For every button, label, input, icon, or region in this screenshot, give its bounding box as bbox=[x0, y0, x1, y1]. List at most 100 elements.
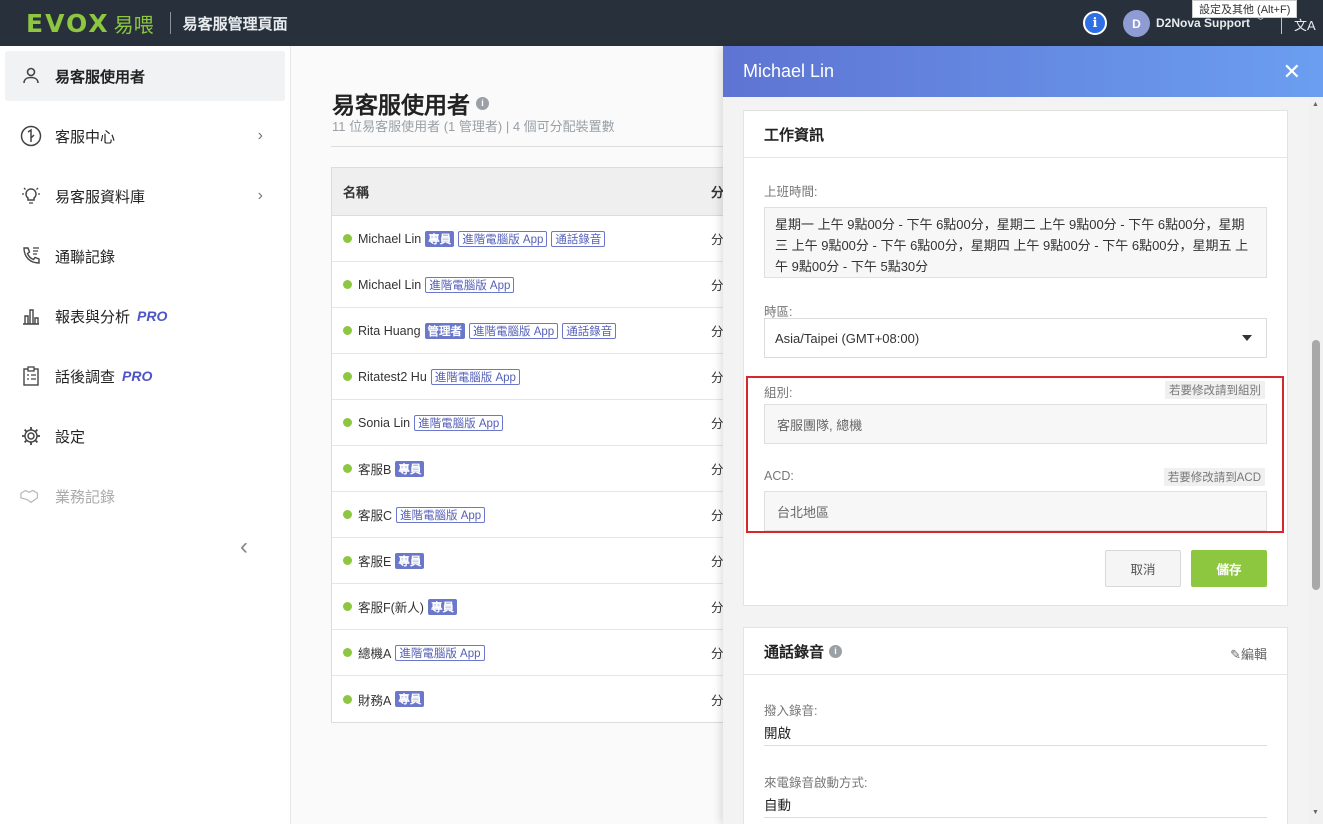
scroll-up-icon[interactable]: ▲ bbox=[1312, 101, 1319, 108]
close-icon[interactable]: ✕ bbox=[1283, 59, 1301, 85]
handshake-icon bbox=[20, 485, 42, 507]
sidebar-item-settings[interactable]: 設定 bbox=[5, 411, 285, 461]
clipboard-icon bbox=[20, 365, 42, 387]
bar-chart-icon bbox=[20, 305, 42, 327]
table-row[interactable]: 客服E 專員 分 bbox=[332, 538, 730, 584]
user-name: 財務A bbox=[358, 693, 392, 708]
group-edit-link[interactable]: 若要修改請到組別 bbox=[1165, 381, 1265, 399]
recording-title: 通話錄音 bbox=[764, 643, 825, 661]
table-row[interactable]: 客服C 進階電腦版 App 分 bbox=[332, 492, 730, 538]
user-name: 客服F(新人) bbox=[358, 601, 424, 615]
trigger-label: 來電錄音啟動方式: bbox=[764, 776, 868, 790]
acd-label: ACD: bbox=[764, 469, 794, 483]
table-row[interactable]: Sonia Lin 進階電腦版 App 分 bbox=[332, 400, 730, 446]
user-tag: 專員 bbox=[395, 552, 425, 569]
table-header: 名稱 分 bbox=[332, 168, 730, 216]
column-2-cell: 分 bbox=[711, 647, 724, 661]
status-dot bbox=[343, 556, 352, 565]
drawer-title: Michael Lin bbox=[743, 61, 835, 81]
column-2-cell: 分 bbox=[711, 417, 724, 431]
sidebar-item-label: 業務記錄 bbox=[55, 488, 116, 506]
user-name: 總機A bbox=[358, 647, 392, 661]
scroll-down-icon[interactable]: ▼ bbox=[1312, 809, 1319, 816]
scrollbar[interactable]: ▲ ▼ bbox=[1309, 97, 1323, 824]
divider bbox=[764, 745, 1267, 746]
status-dot bbox=[343, 372, 352, 381]
sidebar-item-label: 話後調查 bbox=[55, 368, 116, 386]
card-title: 工作資訊 bbox=[744, 111, 1287, 158]
recording-card: 通話錄音 i ✎編輯 撥入錄音: 開啟 來電錄音啟動方式: 自動 bbox=[743, 627, 1288, 824]
sidebar-item-reports[interactable]: 報表與分析 PRO bbox=[5, 291, 285, 341]
user-tag: 專員 bbox=[395, 460, 425, 477]
sidebar-item-service-center[interactable]: 客服中心 › bbox=[5, 111, 285, 161]
status-dot bbox=[343, 326, 352, 335]
acd-edit-link[interactable]: 若要修改請到ACD bbox=[1163, 468, 1265, 486]
sidebar-item-knowledge-base[interactable]: 易客服資料庫 › bbox=[5, 171, 285, 221]
incoming-label: 撥入錄音: bbox=[764, 704, 818, 718]
table-row[interactable]: 客服B 專員 分 bbox=[332, 446, 730, 492]
chevron-left-icon[interactable]: ‹ bbox=[240, 533, 248, 561]
scrollbar-thumb[interactable] bbox=[1312, 340, 1320, 590]
user-name: 客服C bbox=[358, 509, 393, 523]
user-name[interactable]: D2Nova Support bbox=[1156, 16, 1250, 30]
sidebar-item-label: 易客服資料庫 bbox=[55, 188, 146, 206]
evox-logo[interactable]: EVOX 易喂 bbox=[26, 9, 154, 38]
status-dot bbox=[343, 280, 352, 289]
info-icon[interactable]: i bbox=[1083, 11, 1107, 35]
table-row[interactable]: Michael Lin 專員 進階電腦版 App 通話錄音 分 bbox=[332, 216, 730, 262]
page-title: 易客服使用者 i bbox=[332, 86, 489, 120]
status-dot bbox=[343, 418, 352, 427]
group-value: 客服團隊, 總機 bbox=[777, 417, 863, 433]
table-row[interactable]: 客服F(新人) 專員 分 bbox=[332, 584, 730, 630]
app-title: 易客服管理頁面 bbox=[182, 15, 288, 33]
logo-text: EVOX bbox=[26, 8, 110, 38]
page-subtitle: 11 位易客服使用者 (1 管理者) | 4 個可分配裝置數 bbox=[332, 119, 615, 134]
incoming-value: 開啟 bbox=[764, 726, 791, 741]
chevron-right-icon: › bbox=[257, 127, 263, 144]
info-icon[interactable]: i bbox=[476, 96, 489, 110]
column-2-cell: 分 bbox=[711, 509, 724, 523]
group-field: 客服團隊, 總機 bbox=[764, 404, 1267, 444]
user-icon bbox=[20, 65, 42, 87]
table-row[interactable]: Ritatest2 Hu 進階電腦版 App 分 bbox=[332, 354, 730, 400]
status-dot bbox=[343, 648, 352, 657]
table-row[interactable]: 財務A 專員 分 bbox=[332, 676, 730, 722]
user-tag: 專員 bbox=[395, 691, 425, 707]
sidebar-item-business-records[interactable]: 業務記錄 bbox=[5, 471, 285, 521]
caret-down-icon bbox=[1242, 335, 1252, 341]
user-tag: 管理者 bbox=[424, 322, 466, 339]
user-tag: 進階電腦版 App bbox=[396, 506, 486, 523]
save-button[interactable]: 儲存 bbox=[1191, 550, 1267, 587]
settings-tooltip: 設定及其他 (Alt+F) bbox=[1192, 0, 1298, 18]
sidebar-item-survey[interactable]: 話後調查 PRO bbox=[5, 351, 285, 401]
table-row[interactable]: Rita Huang 管理者 進階電腦版 App 通話錄音 分 bbox=[332, 308, 730, 354]
column-header-name[interactable]: 名稱 bbox=[343, 182, 369, 201]
user-detail-drawer: Michael Lin ✕ 工作資訊 上班時間: 星期一 上午 9點00分 - … bbox=[723, 46, 1323, 824]
sidebar-item-users[interactable]: 易客服使用者 bbox=[5, 51, 285, 101]
top-divider bbox=[169, 12, 171, 34]
cancel-button[interactable]: 取消 bbox=[1105, 550, 1181, 587]
gear-icon bbox=[20, 425, 42, 447]
user-tag: 通話錄音 bbox=[551, 230, 606, 247]
sidebar-item-call-log[interactable]: 通聯記錄 bbox=[5, 231, 285, 281]
status-dot bbox=[343, 694, 352, 704]
column-2-cell: 分 bbox=[711, 601, 724, 615]
info-icon[interactable]: i bbox=[829, 644, 843, 658]
table-row[interactable]: Michael Lin 進階電腦版 App 分 bbox=[332, 262, 730, 308]
edit-label: 編輯 bbox=[1240, 647, 1267, 662]
edit-button[interactable]: ✎編輯 bbox=[1230, 644, 1267, 663]
status-dot bbox=[343, 234, 352, 243]
column-2-cell: 分 bbox=[711, 693, 724, 708]
pencil-icon: ✎ bbox=[1230, 647, 1241, 662]
divider bbox=[331, 146, 731, 147]
timezone-select[interactable]: Asia/Taipei (GMT+08:00) bbox=[764, 318, 1267, 358]
status-dot bbox=[343, 464, 352, 473]
user-name: 客服E bbox=[358, 555, 392, 569]
user-name: Ritatest2 Hu bbox=[358, 369, 427, 384]
column-2-cell: 分 bbox=[711, 555, 724, 569]
table-row[interactable]: 總機A 進階電腦版 App 分 bbox=[332, 630, 730, 676]
avatar[interactable]: D bbox=[1123, 10, 1150, 37]
column-2-cell: 分 bbox=[711, 279, 724, 293]
sidebar-item-label: 通聯記錄 bbox=[55, 248, 116, 266]
sidebar-item-label: 易客服使用者 bbox=[55, 68, 146, 86]
